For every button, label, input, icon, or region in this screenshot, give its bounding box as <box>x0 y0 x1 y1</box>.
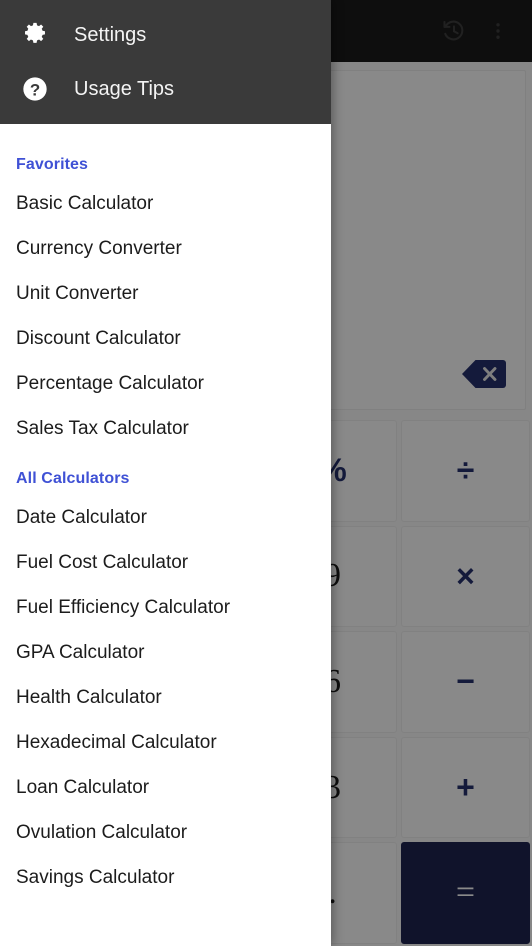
drawer-action-settings[interactable]: Settings <box>0 8 331 62</box>
drawer-action-label: Settings <box>74 23 147 46</box>
svg-text:?: ? <box>30 80 40 99</box>
nav-item-loan-calculator[interactable]: Loan Calculator <box>0 766 331 811</box>
nav-item-fuel-cost-calculator[interactable]: Fuel Cost Calculator <box>0 541 331 586</box>
nav-item-percentage-calculator[interactable]: Percentage Calculator <box>0 362 331 407</box>
section-all-calculators-title: All Calculators <box>16 470 130 487</box>
nav-item-hexadecimal-calculator[interactable]: Hexadecimal Calculator <box>0 721 331 766</box>
nav-item-gpa-calculator[interactable]: GPA Calculator <box>0 631 331 676</box>
drawer-action-usage-tips[interactable]: ? Usage Tips <box>0 62 331 116</box>
nav-item-basic-calculator[interactable]: Basic Calculator <box>0 182 331 227</box>
nav-item-unit-converter[interactable]: Unit Converter <box>0 272 331 317</box>
nav-item-savings-calculator[interactable]: Savings Calculator <box>0 856 331 901</box>
drawer-action-label: Usage Tips <box>74 77 175 100</box>
drawer-header: Settings ? Usage Tips <box>0 0 331 124</box>
navigation-drawer: Settings ? Usage Tips Favorites Basic Cal… <box>0 0 331 946</box>
nav-item-currency-converter[interactable]: Currency Converter <box>0 227 331 272</box>
help-circle-icon: ? <box>18 72 52 106</box>
nav-item-fuel-efficiency-calculator[interactable]: Fuel Efficiency Calculator <box>0 586 331 631</box>
nav-item-ovulation-calculator[interactable]: Ovulation Calculator <box>0 811 331 856</box>
nav-item-health-calculator[interactable]: Health Calculator <box>0 676 331 721</box>
section-favorites-title: Favorites <box>16 156 89 173</box>
nav-item-discount-calculator[interactable]: Discount Calculator <box>0 317 331 362</box>
drawer-nav-list: Favorites Basic Calculator Currency Conver… <box>0 124 331 901</box>
screen: C( )%÷789×456−123+000.= Settings ? <box>0 0 532 946</box>
gear-icon <box>18 18 52 52</box>
nav-item-date-calculator[interactable]: Date Calculator <box>0 496 331 541</box>
nav-item-sales-tax-calculator[interactable]: Sales Tax Calculator <box>0 407 331 452</box>
